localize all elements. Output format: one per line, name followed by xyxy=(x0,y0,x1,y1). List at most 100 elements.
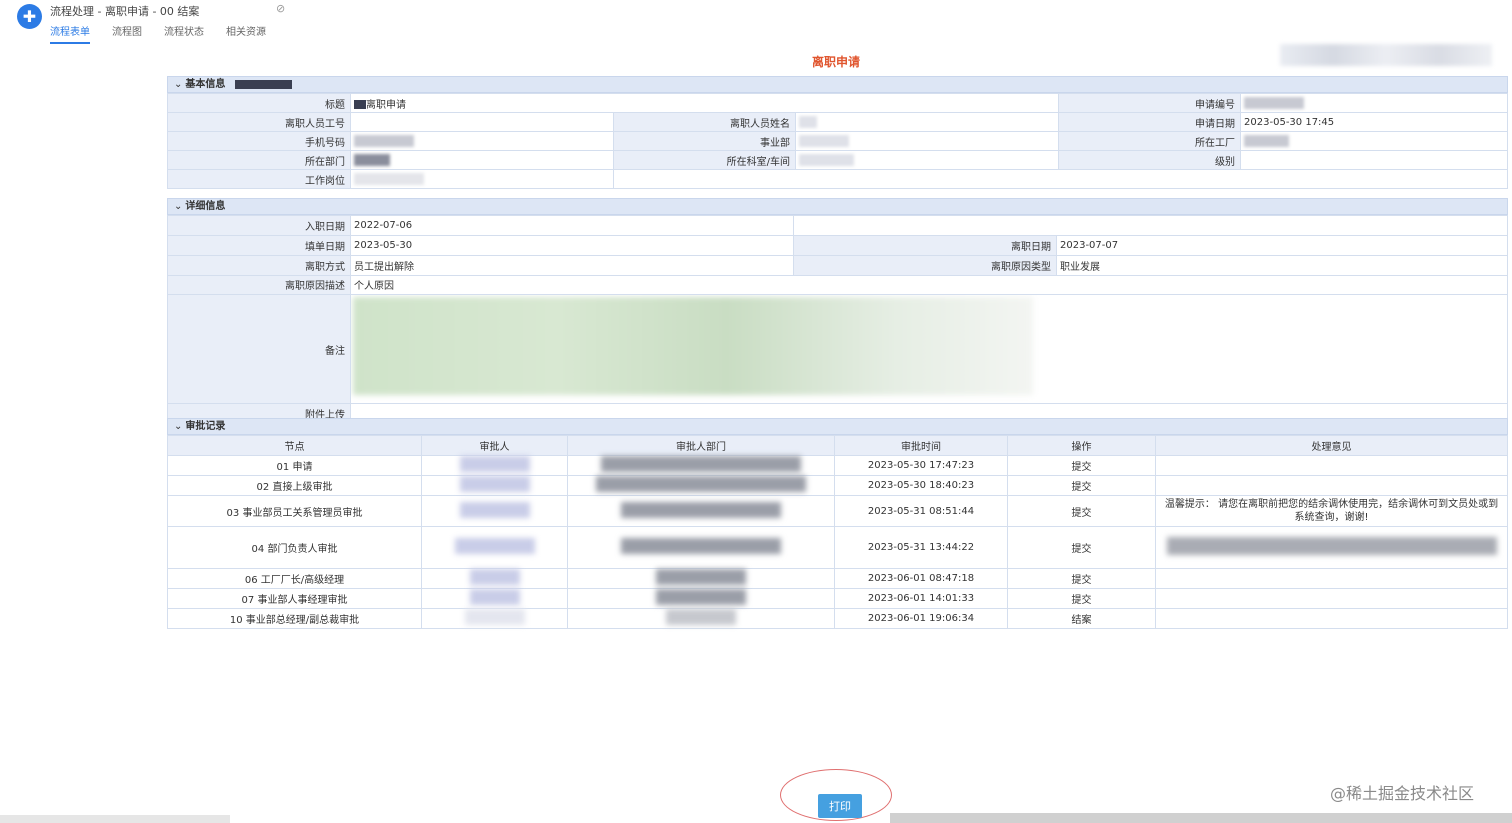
tab-flow-status[interactable]: 流程状态 xyxy=(164,23,204,44)
redacted-block xyxy=(1244,135,1290,147)
table-row: 07 事业部人事经理审批 2023-06-01 14:01:33 提交 xyxy=(167,588,1508,609)
leave-date-field: 2023-07-07 xyxy=(1056,234,1508,256)
approver-cell xyxy=(421,608,568,629)
approver-cell xyxy=(421,455,568,476)
approval-header[interactable]: ⌄ 审批记录 xyxy=(167,418,1508,435)
apply-no-field xyxy=(1240,93,1508,113)
column-header: 节点 xyxy=(167,435,422,456)
name-field xyxy=(794,112,1060,132)
approver-cell xyxy=(421,495,568,527)
redacted-block xyxy=(621,501,781,518)
op-cell: 提交 xyxy=(1007,568,1156,589)
op-cell: 提交 xyxy=(1007,495,1156,527)
detail-info-header[interactable]: ⌄ 详细信息 xyxy=(167,198,1508,215)
field-label: 所在部门 xyxy=(167,150,351,170)
factory-field xyxy=(1240,131,1508,151)
approver-cell xyxy=(421,475,568,496)
form-title: 离职申请 xyxy=(811,55,860,69)
fill-date-field: 2023-05-30 xyxy=(350,234,794,256)
field-label: 离职原因类型 xyxy=(793,254,1057,276)
redacted-block xyxy=(459,501,530,518)
table-row: 04 部门负责人审批 2023-05-31 13:44:22 提交 xyxy=(167,526,1508,569)
dept-cell xyxy=(567,455,835,476)
redacted-block xyxy=(656,589,746,605)
redacted-block xyxy=(464,609,525,625)
redacted-block xyxy=(234,79,292,89)
redacted-block xyxy=(1244,97,1305,109)
field-label: 申请日期 xyxy=(1058,112,1242,132)
field-label: 级别 xyxy=(1058,150,1242,170)
redacted-block xyxy=(354,135,414,147)
redacted-block xyxy=(799,116,817,128)
phone-field xyxy=(350,131,614,151)
redacted-block xyxy=(601,456,801,472)
detail-info-section: ⌄ 详细信息 入职日期 2022-07-06 填单日期 2023-05-30 离职… xyxy=(167,198,1508,424)
tab-flow-form[interactable]: 流程表单 xyxy=(50,23,90,44)
dept-cell xyxy=(567,475,835,496)
opinion-cell: 温馨提示： 请您在离职前把您的结余调休使用完，结余调休可到文员处或到系统查询，谢… xyxy=(1155,495,1508,527)
redacted-block xyxy=(799,135,849,147)
reason-type-field: 职业发展 xyxy=(1056,254,1508,276)
op-cell: 结案 xyxy=(1007,608,1156,629)
position-field xyxy=(350,169,614,189)
approval-table: 节点 审批人 审批人部门 审批时间 操作 处理意见 01 申请 2023-05-… xyxy=(167,435,1508,629)
field-label: 离职原因描述 xyxy=(167,274,351,296)
watermark-text: @稀土掘金技术社区 xyxy=(1330,784,1475,803)
dept-cell xyxy=(567,495,835,527)
field-label: 离职日期 xyxy=(793,234,1057,256)
field-label: 申请编号 xyxy=(1058,93,1242,113)
approval-section: ⌄ 审批记录 节点 审批人 审批人部门 审批时间 操作 处理意见 01 申请 20… xyxy=(167,418,1508,629)
redacted-block xyxy=(666,609,736,625)
time-cell: 2023-06-01 14:01:33 xyxy=(834,588,1008,609)
field-label: 手机号码 xyxy=(167,131,351,151)
node-cell: 04 部门负责人审批 xyxy=(167,526,422,569)
opinion-cell xyxy=(1155,588,1508,609)
pin-icon[interactable]: ⊘ xyxy=(276,2,285,15)
approver-cell xyxy=(421,568,568,589)
reason-desc-field: 个人原因 xyxy=(350,274,1508,296)
window-header: ✚ 流程处理 - 离职申请 - 00 结案 ⊘ 流程表单 流程图 流程状态 相关… xyxy=(0,0,1512,44)
window-title: 流程处理 - 离职申请 - 00 结案 xyxy=(50,5,200,18)
node-cell: 06 工厂厂长/高级经理 xyxy=(167,568,422,589)
table-row: 03 事业部员工关系管理员审批 2023-05-31 08:51:44 提交 温… xyxy=(167,495,1508,527)
op-cell: 提交 xyxy=(1007,526,1156,569)
field-label: 所在工厂 xyxy=(1058,131,1242,151)
table-row: 10 事业部总经理/副总裁审批 2023-06-01 19:06:34 结案 xyxy=(167,608,1508,629)
redacted-block xyxy=(354,100,366,109)
column-header: 操作 xyxy=(1007,435,1156,456)
horizontal-scrollbar[interactable] xyxy=(890,813,1512,823)
basic-info-table: 标题 离职申请 申请编号 离职人员工号 离职人员姓名 申请日期 2023-05-… xyxy=(167,93,1508,189)
time-cell: 2023-06-01 19:06:34 xyxy=(834,608,1008,629)
empty-cell xyxy=(613,169,1508,189)
division-field xyxy=(794,131,1060,151)
field-label: 离职人员工号 xyxy=(167,112,351,132)
print-button[interactable]: 打印 xyxy=(818,794,862,818)
opinion-cell xyxy=(1155,608,1508,629)
tab-related-resources[interactable]: 相关资源 xyxy=(226,23,266,44)
field-label: 填单日期 xyxy=(167,234,351,256)
empty-cell xyxy=(793,215,1508,236)
node-cell: 07 事业部人事经理审批 xyxy=(167,588,422,609)
field-label: 离职方式 xyxy=(167,254,351,276)
detail-info-table: 入职日期 2022-07-06 填单日期 2023-05-30 离职日期 202… xyxy=(167,215,1508,424)
basic-info-header[interactable]: ⌄ 基本信息 xyxy=(167,76,1508,93)
redacted-block xyxy=(799,154,854,166)
op-cell: 提交 xyxy=(1007,455,1156,476)
section-field xyxy=(794,150,1060,170)
field-label: 备注 xyxy=(167,294,351,405)
entry-date-field: 2022-07-06 xyxy=(350,215,794,236)
tab-flow-chart[interactable]: 流程图 xyxy=(112,23,142,44)
dept-cell xyxy=(567,568,835,589)
redacted-block xyxy=(1166,537,1497,555)
approver-cell xyxy=(421,588,568,609)
node-cell: 01 申请 xyxy=(167,455,422,476)
opinion-cell xyxy=(1155,568,1508,589)
node-cell: 02 直接上级审批 xyxy=(167,475,422,496)
redacted-block xyxy=(454,538,535,554)
column-header: 审批时间 xyxy=(834,435,1008,456)
time-cell: 2023-05-31 08:51:44 xyxy=(834,495,1008,527)
leave-way-field: 员工提出解除 xyxy=(350,254,794,276)
apply-date-field: 2023-05-30 17:45 xyxy=(1240,112,1508,132)
emp-no-field xyxy=(350,112,614,132)
dept-cell xyxy=(567,588,835,609)
